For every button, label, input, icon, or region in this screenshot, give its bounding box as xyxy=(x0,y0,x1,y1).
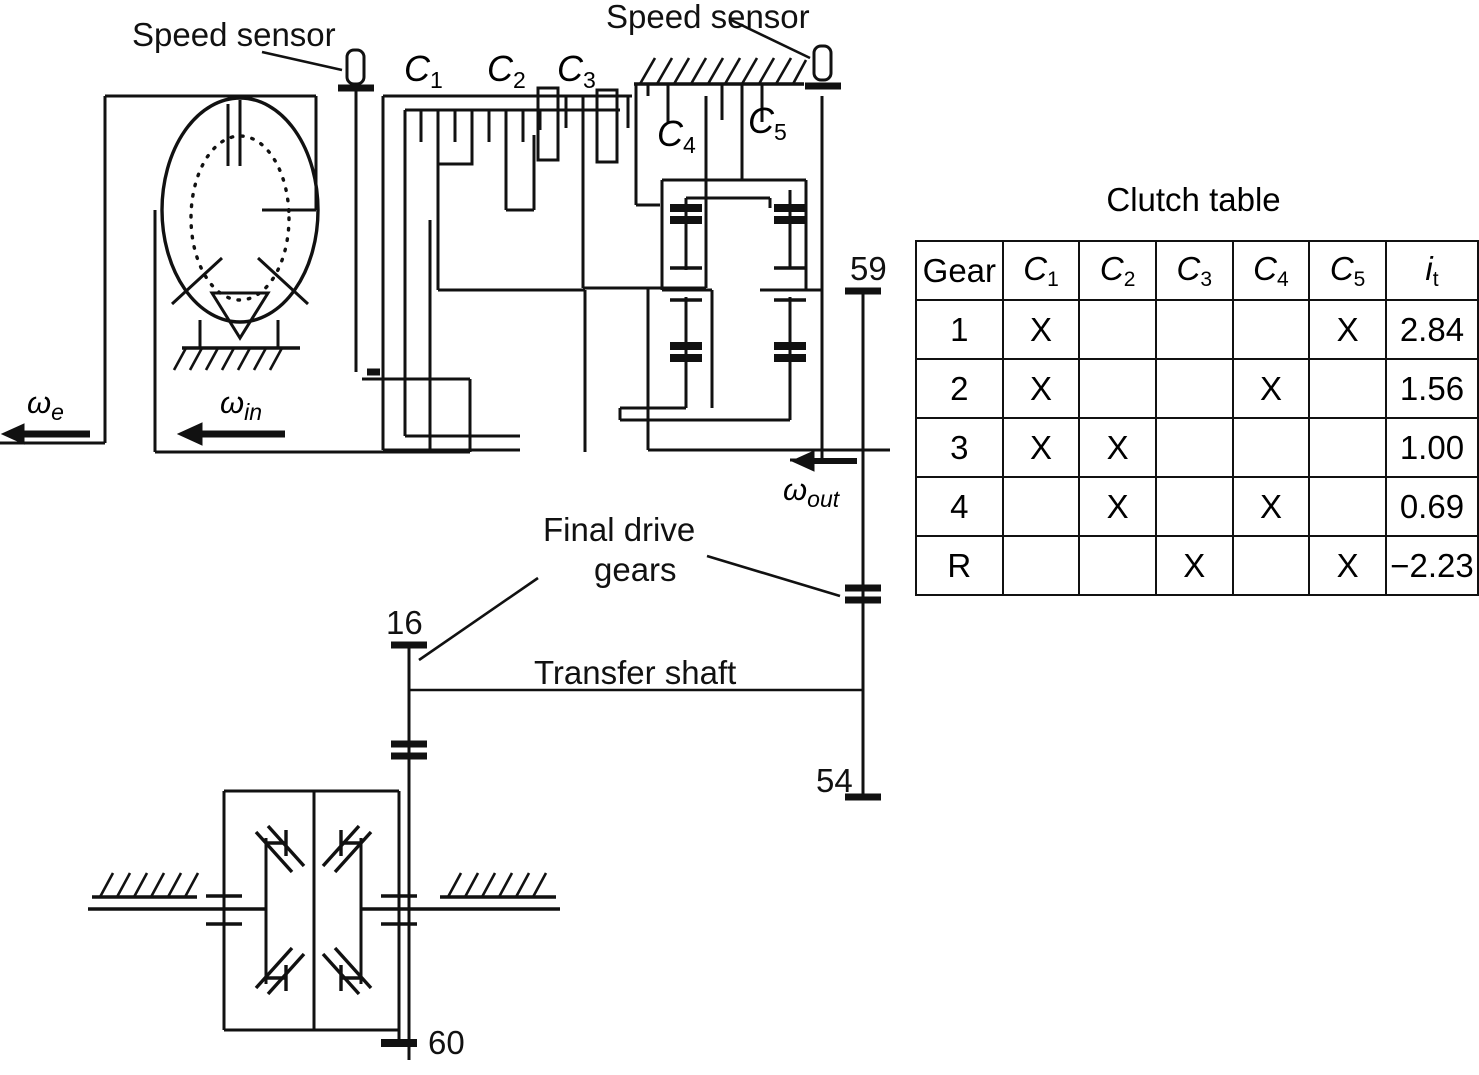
cell-c2 xyxy=(1078,535,1157,596)
clutch-label-c3: C3 xyxy=(557,48,596,93)
table-header-row: Gear C1 C2 C3 C4 C5 it xyxy=(915,240,1479,301)
header-ratio: it xyxy=(1384,240,1479,301)
cell-c3 xyxy=(1154,299,1234,360)
cell-c3 xyxy=(1154,476,1234,537)
header-c2: C2 xyxy=(1078,240,1157,301)
transfer-shaft-label: Transfer shaft xyxy=(534,654,737,691)
cell-gear: 1 xyxy=(915,299,1004,360)
cell-ratio: 0.69 xyxy=(1384,476,1479,537)
cell-gear: R xyxy=(915,535,1004,596)
node-number-60: 60 xyxy=(428,1024,465,1061)
cell-c4: X xyxy=(1231,476,1311,537)
gear-pair-left-upper xyxy=(670,204,702,270)
header-c4: C4 xyxy=(1231,240,1311,301)
cell-c4: X xyxy=(1231,358,1311,419)
clutch-table-title: Clutch table xyxy=(1106,181,1281,218)
cell-gear: 3 xyxy=(915,417,1004,478)
header-c3: C3 xyxy=(1154,240,1234,301)
diff-right-ground-hatch xyxy=(446,872,548,898)
cell-c5 xyxy=(1308,476,1387,537)
cell-c1: X xyxy=(1001,358,1081,419)
gear-pair-right-upper xyxy=(774,190,806,270)
diff-left-ground-hatch xyxy=(98,872,200,898)
cell-ratio: 1.56 xyxy=(1384,358,1479,419)
cell-c3: X xyxy=(1154,535,1234,596)
reaction-ground-hatch xyxy=(638,57,808,85)
cell-c5 xyxy=(1308,358,1387,419)
node-number-54: 54 xyxy=(816,762,853,799)
header-c5: C5 xyxy=(1308,240,1387,301)
c3-drum-rect xyxy=(595,88,619,164)
omega-out-label: ωout xyxy=(783,472,840,512)
clutch-label-c2: C2 xyxy=(487,48,526,93)
cell-c2: X xyxy=(1078,417,1157,478)
header-c1: C1 xyxy=(1001,240,1081,301)
cell-c4 xyxy=(1231,535,1311,596)
cell-c2 xyxy=(1078,299,1157,360)
cell-c1 xyxy=(1001,476,1081,537)
cell-ratio: −2.23 xyxy=(1384,535,1479,596)
speed-sensor-left-label: Speed sensor xyxy=(132,16,336,53)
cell-c5: X xyxy=(1308,535,1387,596)
final-drive-leader-right xyxy=(706,554,841,598)
table-row: R X X −2.23 xyxy=(915,535,1479,596)
clutch-table: Gear C1 C2 C3 C4 C5 it 1 X X 2.84 2 X X … xyxy=(915,240,1479,596)
cell-ratio: 1.00 xyxy=(1384,417,1479,478)
final-drive-gears-label-line2: gears xyxy=(594,551,677,588)
c1-drum xyxy=(436,158,474,166)
omega-in-arrow xyxy=(176,422,285,446)
speed-sensor-left-body xyxy=(345,48,366,86)
omega-e-arrow xyxy=(0,423,90,445)
gear-pair-left-lower xyxy=(620,297,702,410)
speed-sensor-right-body xyxy=(812,44,833,82)
tc-ground-hatch xyxy=(172,347,284,371)
node-number-59: 59 xyxy=(850,250,887,287)
table-row: 1 X X 2.84 xyxy=(915,299,1479,360)
final-drive-leader-left xyxy=(418,576,539,662)
table-row: 2 X X 1.56 xyxy=(915,358,1479,419)
clutch-label-c5: C5 xyxy=(748,100,787,145)
cell-c3 xyxy=(1154,417,1234,478)
cell-c1 xyxy=(1001,535,1081,596)
node-number-16: 16 xyxy=(386,604,423,641)
clutch-label-c1: C1 xyxy=(404,48,443,93)
table-row: 3 X X 1.00 xyxy=(915,417,1479,478)
cell-c3 xyxy=(1154,358,1234,419)
cell-c2: X xyxy=(1078,476,1157,537)
speed-sensor-right-label: Speed sensor xyxy=(606,0,810,35)
clutch-label-c4: C4 xyxy=(657,113,696,158)
final-drive-gears-label-line1: Final drive xyxy=(543,511,696,548)
table-row: 4 X X 0.69 xyxy=(915,476,1479,537)
cell-gear: 4 xyxy=(915,476,1004,537)
omega-in-label: ωin xyxy=(220,385,263,425)
clutch-table-grid: Gear C1 C2 C3 C4 C5 it 1 X X 2.84 2 X X … xyxy=(915,240,1479,596)
cell-ratio: 2.84 xyxy=(1384,299,1479,360)
cell-c1: X xyxy=(1001,417,1081,478)
header-gear: Gear xyxy=(915,240,1004,301)
c1-clutch-plates xyxy=(419,110,508,158)
cell-c5: X xyxy=(1308,299,1387,360)
cell-c4 xyxy=(1231,417,1311,478)
cell-c5 xyxy=(1308,417,1387,478)
cell-c4 xyxy=(1231,299,1311,360)
cell-gear: 2 xyxy=(915,358,1004,419)
cell-c2 xyxy=(1078,358,1157,419)
omega-out-arrow xyxy=(790,450,857,472)
speed-sensor-left-leader xyxy=(261,50,343,72)
omega-e-label: ωe xyxy=(27,385,64,425)
transmission-schematic-figure: Speed sensor Speed sensor C1 C2 C3 C4 C5… xyxy=(0,0,1479,1075)
cell-c1: X xyxy=(1001,299,1081,360)
